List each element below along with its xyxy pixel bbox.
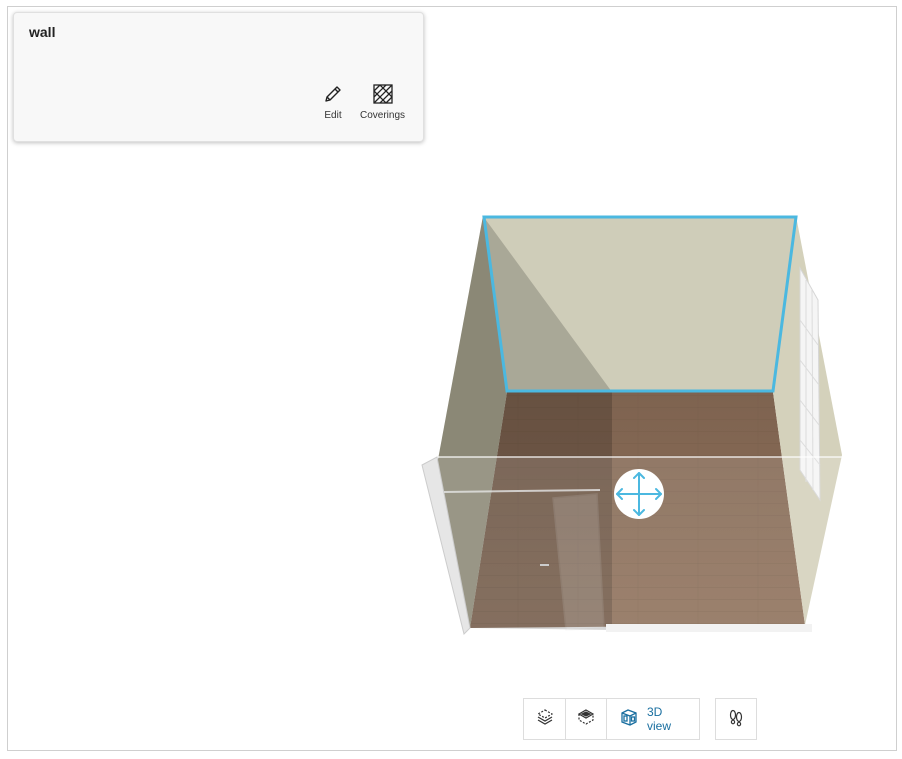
view-3d-top-button[interactable] [566,699,607,739]
2d-plan-icon [535,707,555,732]
view-2d-button[interactable] [524,699,566,739]
view-toolbar: 3D view [523,698,700,740]
view-3d-button[interactable]: 3D view [607,699,699,739]
3d-view-icon [619,707,639,732]
front-wall-baseboard [606,624,812,632]
footsteps-icon [727,707,745,732]
panel-title: wall [29,24,56,40]
3d-top-icon [576,707,596,732]
coverings-label: Coverings [360,110,406,121]
edit-label: Edit [324,110,342,121]
coverings-icon [372,83,394,105]
edit-button[interactable]: Edit [322,83,344,121]
selection-panel: wall Edit Coverings [13,12,424,142]
coverings-button[interactable]: Coverings [360,83,405,121]
pencil-icon [322,83,344,105]
walk-mode-button[interactable] [715,698,757,740]
view-3d-label: 3D view [647,705,672,733]
